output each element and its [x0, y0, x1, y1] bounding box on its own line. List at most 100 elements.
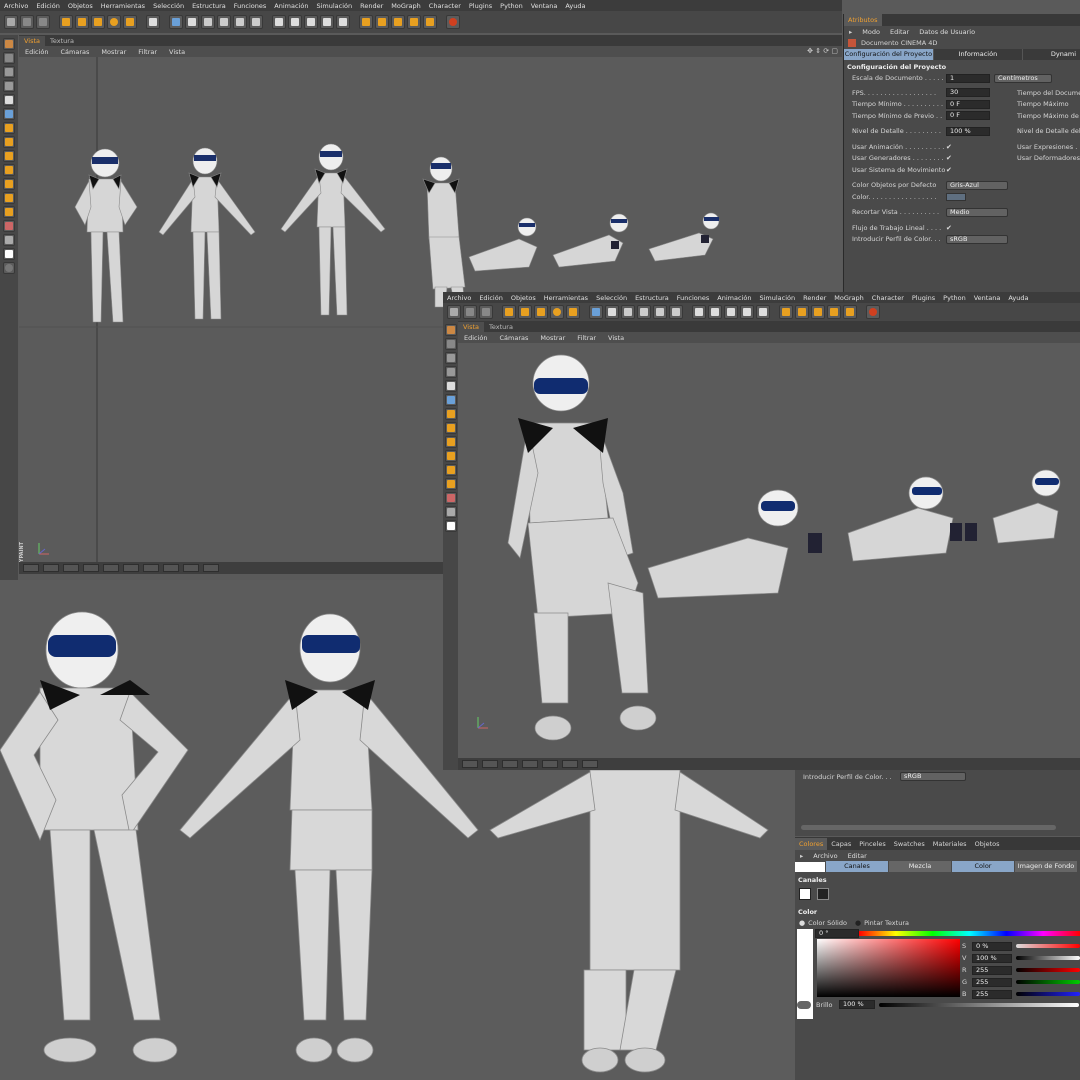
- b-slider[interactable]: [1016, 992, 1080, 996]
- v-slider[interactable]: [1016, 956, 1080, 960]
- crop-view-dropdown[interactable]: Medio: [946, 207, 1008, 217]
- tool-fill-icon[interactable]: [3, 150, 15, 162]
- paint-mode-c-icon[interactable]: [233, 15, 247, 29]
- tab-swatches[interactable]: Swatches: [890, 840, 929, 848]
- channel-swatch-back[interactable]: [799, 888, 811, 900]
- menu-mograph[interactable]: MoGraph: [387, 2, 425, 10]
- vp2-menu-edicion[interactable]: Edición: [458, 334, 494, 342]
- scale-icon[interactable]: [91, 15, 105, 29]
- tool-smudge-icon[interactable]: [3, 164, 15, 176]
- tab-textura[interactable]: Textura: [45, 36, 79, 46]
- attributes-tab[interactable]: Atributos: [844, 14, 882, 26]
- record-icon[interactable]: [446, 15, 460, 29]
- mode2d-icon[interactable]: [669, 305, 683, 319]
- footer-btn-10[interactable]: [203, 564, 219, 572]
- uv2d-icon[interactable]: [827, 305, 841, 319]
- solid-color-radio[interactable]: ●: [799, 919, 805, 927]
- redo-icon[interactable]: [20, 15, 34, 29]
- color-swatch[interactable]: [946, 192, 966, 201]
- tool-polygon-icon[interactable]: [3, 52, 15, 64]
- hue-field[interactable]: 0 °: [815, 929, 859, 938]
- menu2-simulacion[interactable]: Simulación: [755, 294, 799, 302]
- menu2-plugins[interactable]: Plugins: [908, 294, 939, 302]
- menu-python[interactable]: Python: [496, 2, 527, 10]
- t2-text-icon[interactable]: [444, 464, 457, 476]
- min-preview-field[interactable]: 0 F: [946, 111, 990, 121]
- f2-btn-5[interactable]: [542, 760, 558, 768]
- setup2-icon[interactable]: [605, 305, 619, 319]
- sv-picker[interactable]: [817, 939, 960, 997]
- render2c-icon[interactable]: [724, 305, 738, 319]
- tool-stamp-icon[interactable]: [3, 122, 15, 134]
- tab-vista[interactable]: Vista: [19, 36, 46, 46]
- s-slider[interactable]: [1016, 944, 1080, 948]
- menu-edicion[interactable]: Edición: [32, 2, 64, 10]
- mode2c-icon[interactable]: [653, 305, 667, 319]
- use-anim-checkbox[interactable]: ✔: [946, 143, 952, 151]
- r-field[interactable]: 255: [972, 965, 1012, 975]
- menu2-python[interactable]: Python: [939, 294, 970, 302]
- tab2-textura[interactable]: Textura: [484, 322, 518, 332]
- attr-menu-editar[interactable]: Editar: [885, 28, 914, 36]
- render2a-icon[interactable]: [692, 305, 706, 319]
- tool-swatch-icon[interactable]: [3, 248, 15, 260]
- paint-mode-a-icon[interactable]: [201, 15, 215, 29]
- menu2-estructura[interactable]: Estructura: [631, 294, 673, 302]
- color-profile-dropdown[interactable]: sRGB: [946, 234, 1008, 244]
- tool-star-icon[interactable]: [3, 206, 15, 218]
- last-tool-icon[interactable]: [123, 15, 137, 29]
- subtab-config[interactable]: Configuración del Proyecto: [844, 48, 933, 60]
- uv-mode-b-icon[interactable]: [375, 15, 389, 29]
- render-region-icon[interactable]: [272, 15, 286, 29]
- r-slider[interactable]: [1016, 968, 1080, 972]
- footer-btn-8[interactable]: [163, 564, 179, 572]
- channel-swatch-front[interactable]: [817, 888, 829, 900]
- tab-materiales[interactable]: Materiales: [929, 840, 971, 848]
- select-arrow-icon[interactable]: [59, 15, 73, 29]
- menu2-objetos[interactable]: Objetos: [507, 294, 540, 302]
- linear-workflow-checkbox[interactable]: ✔: [946, 224, 952, 232]
- last2-icon[interactable]: [566, 305, 580, 319]
- subtab-info[interactable]: Información: [932, 48, 1022, 60]
- tool-brush-icon[interactable]: [3, 108, 15, 120]
- menu-render[interactable]: Render: [356, 2, 387, 10]
- brush2-icon[interactable]: [589, 305, 603, 319]
- footer-btn-3[interactable]: [63, 564, 79, 572]
- menu2-ayuda[interactable]: Ayuda: [1004, 294, 1032, 302]
- min-time-field[interactable]: 0 F: [946, 99, 990, 109]
- vp2-menu-vista[interactable]: Vista: [602, 334, 630, 342]
- btn-color[interactable]: Color: [952, 861, 1014, 873]
- coord-icon[interactable]: [146, 15, 160, 29]
- menu-objetos[interactable]: Objetos: [64, 2, 97, 10]
- tab-pinceles[interactable]: Pinceles: [855, 840, 889, 848]
- t2-model-icon[interactable]: [444, 324, 457, 336]
- t2-star-icon[interactable]: [444, 478, 457, 490]
- t2-zoom-icon[interactable]: [444, 506, 457, 518]
- menu-archivo[interactable]: Archivo: [0, 2, 32, 10]
- fps-field[interactable]: 30: [946, 88, 990, 98]
- paint-mode-d-icon[interactable]: [249, 15, 263, 29]
- tool-picker-icon[interactable]: [3, 220, 15, 232]
- scale2-icon[interactable]: [534, 305, 548, 319]
- f2-btn-4[interactable]: [522, 760, 538, 768]
- tool-text-icon[interactable]: [3, 192, 15, 204]
- undo2-view-icon[interactable]: [479, 305, 493, 319]
- vp-menu-filtrar[interactable]: Filtrar: [132, 48, 163, 56]
- tool-uv-icon[interactable]: [3, 94, 15, 106]
- f2-btn-1[interactable]: [462, 760, 478, 768]
- tab-objetos[interactable]: Objetos: [971, 840, 1004, 848]
- viewport-second[interactable]: Vista Textura Edición Cámaras Mostrar Fi…: [458, 321, 1080, 770]
- menu-herramientas[interactable]: Herramientas: [97, 2, 149, 10]
- tool-edge-icon[interactable]: [3, 66, 15, 78]
- btn-imagen-fondo[interactable]: Imagen de Fondo: [1015, 861, 1077, 873]
- undo-view-icon[interactable]: [36, 15, 50, 29]
- doc-scale-unit[interactable]: Centímetros: [994, 73, 1052, 83]
- t2-edge-icon[interactable]: [444, 352, 457, 364]
- t2-eraser-icon[interactable]: [444, 422, 457, 434]
- menu2-ventana[interactable]: Ventana: [970, 294, 1005, 302]
- redo2-icon[interactable]: [463, 305, 477, 319]
- s-field[interactable]: 0 %: [972, 941, 1012, 951]
- paint-brush-icon[interactable]: [169, 15, 183, 29]
- f2-btn-2[interactable]: [482, 760, 498, 768]
- tab-colores[interactable]: Colores: [795, 837, 828, 850]
